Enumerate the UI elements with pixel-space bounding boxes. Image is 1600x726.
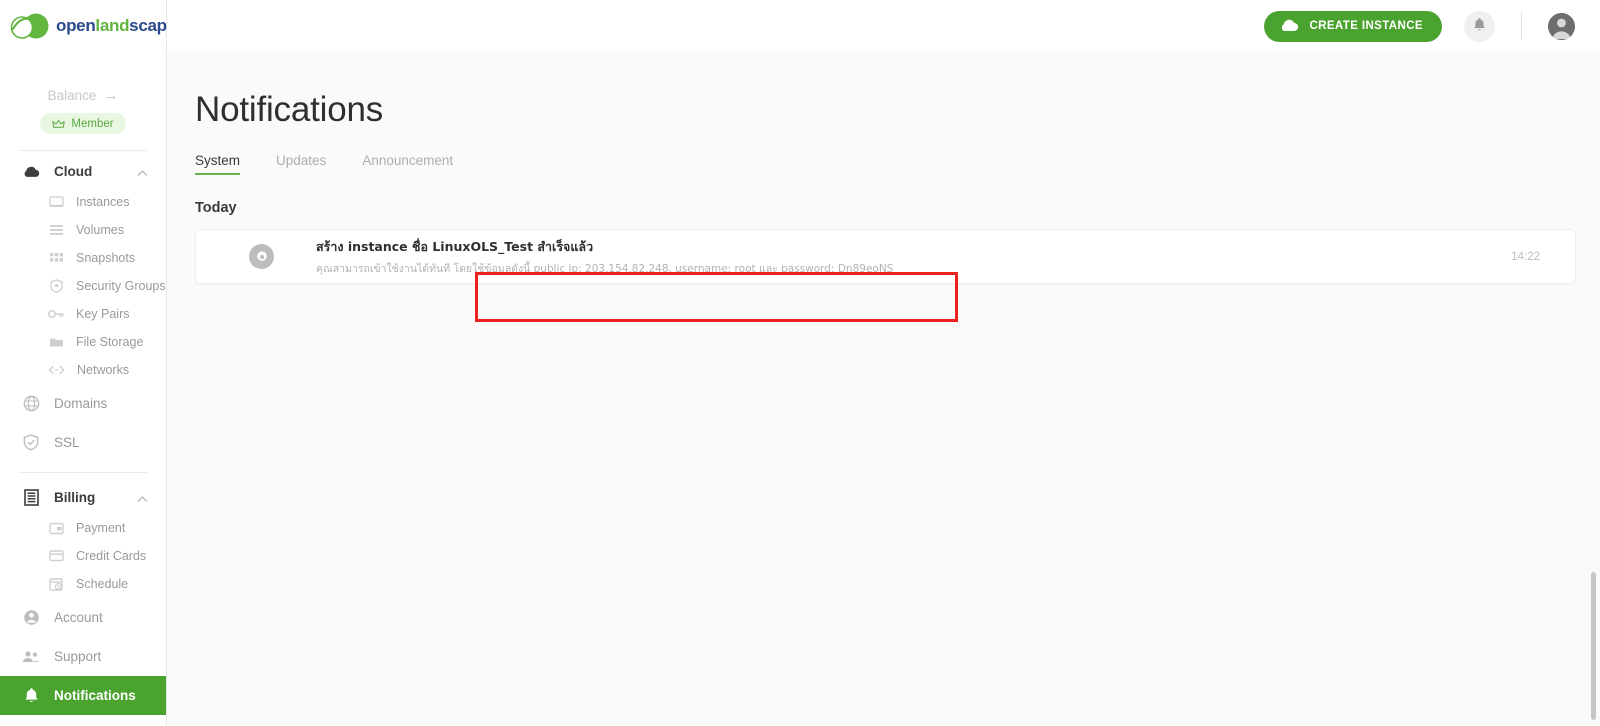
sidebar-item-payment[interactable]: Payment	[0, 514, 166, 542]
sidebar-item-account[interactable]: Account	[0, 598, 166, 637]
member-badge: Member	[40, 113, 126, 134]
sidebar-item-credit-cards-label: Credit Cards	[76, 549, 147, 563]
notification-body: สร้าง instance ชื่อ LinuxOLS_Test สำเร็จ…	[316, 237, 1511, 277]
grid-icon	[48, 252, 64, 264]
monitor-icon	[48, 196, 64, 208]
sidebar-group-billing[interactable]: Billing	[0, 481, 166, 514]
sidebar-item-volumes[interactable]: Volumes	[0, 216, 166, 244]
gear-icon	[249, 244, 274, 269]
user-icon	[22, 609, 40, 626]
cloud-icon	[22, 165, 40, 178]
sidebar-item-snapshots[interactable]: Snapshots	[0, 244, 166, 272]
topbar: CREATE INSTANCE	[167, 0, 1600, 52]
sidebar-item-ssl-label: SSL	[54, 435, 80, 450]
sidebar-item-support[interactable]: Support	[0, 637, 166, 676]
sidebar-group-cloud[interactable]: Cloud	[0, 155, 166, 188]
sidebar-item-ssl[interactable]: SSL	[0, 423, 166, 462]
layers-icon	[48, 224, 64, 236]
sidebar-item-snapshots-label: Snapshots	[76, 251, 136, 265]
sidebar: openlandscape Balance → Member Cloud Ins…	[0, 0, 176, 726]
tab-announcement[interactable]: Announcement	[362, 153, 453, 175]
chevron-up-icon	[137, 164, 148, 179]
code-icon	[48, 365, 65, 375]
balance-link[interactable]: Balance →	[0, 88, 166, 103]
balance-label: Balance	[47, 88, 97, 103]
globe-icon	[22, 395, 40, 412]
sidebar-item-instances[interactable]: Instances	[0, 188, 166, 216]
avatar-icon	[1548, 12, 1575, 40]
sidebar-item-notifications-label: Notifications	[54, 688, 136, 703]
shield-check-icon	[22, 434, 40, 451]
sidebar-item-notifications[interactable]: Notifications	[0, 676, 166, 715]
main-area: CREATE INSTANCE Notifications System Upd…	[167, 0, 1600, 726]
sidebar-group-billing-label: Billing	[54, 490, 96, 505]
chevron-up-icon	[137, 490, 148, 505]
sidebar-item-payment-label: Payment	[76, 521, 126, 535]
folder-icon	[48, 336, 64, 348]
card-icon	[48, 550, 64, 562]
sidebar-item-key-pairs-label: Key Pairs	[76, 307, 130, 321]
app-root: openlandscape Balance → Member Cloud Ins…	[0, 0, 1600, 726]
sidebar-divider-billing	[18, 472, 148, 473]
sidebar-item-key-pairs[interactable]: Key Pairs	[0, 300, 166, 328]
sidebar-item-schedule-label: Schedule	[76, 577, 129, 591]
sidebar-item-support-label: Support	[54, 649, 102, 664]
notification-time: 14:22	[1511, 250, 1540, 263]
notifications-bell-button[interactable]	[1464, 10, 1495, 42]
sidebar-item-volumes-label: Volumes	[76, 223, 124, 237]
sidebar-item-networks-label: Networks	[77, 363, 130, 377]
sidebar-item-domains[interactable]: Domains	[0, 384, 166, 423]
create-instance-label: CREATE INSTANCE	[1309, 20, 1423, 32]
bell-icon	[22, 687, 40, 704]
tab-updates[interactable]: Updates	[276, 153, 326, 175]
sidebar-item-file-storage[interactable]: File Storage	[0, 328, 166, 356]
shield-icon	[48, 279, 64, 293]
sidebar-item-domains-label: Domains	[54, 396, 108, 411]
schedule-icon	[48, 577, 64, 591]
notification-row[interactable]: สร้าง instance ชื่อ LinuxOLS_Test สำเร็จ…	[195, 229, 1576, 284]
sidebar-item-credit-cards[interactable]: Credit Cards	[0, 542, 166, 570]
sidebar-item-networks[interactable]: Networks	[0, 356, 166, 384]
crown-icon	[52, 119, 66, 128]
section-label-today: Today	[195, 200, 237, 216]
people-icon	[22, 650, 40, 663]
sidebar-item-account-label: Account	[54, 610, 103, 625]
page-content: Notifications System Updates Announcemen…	[167, 52, 1600, 726]
avatar[interactable]	[1548, 12, 1575, 40]
sidebar-item-security-groups-label: Security Groups	[76, 279, 166, 293]
bell-icon	[1473, 17, 1486, 35]
logo-land: land	[95, 16, 130, 35]
tab-system[interactable]: System	[195, 153, 241, 175]
wallet-icon	[48, 522, 64, 535]
key-icon	[48, 309, 64, 319]
sidebar-nav: Cloud Instances Volumes Snapshots Securi…	[0, 155, 166, 715]
logo-wordmark: openlandscape	[56, 16, 176, 36]
openlandscape-cloud-logo-icon	[10, 13, 49, 39]
scrollbar-thumb[interactable]	[1591, 572, 1596, 720]
sidebar-item-file-storage-label: File Storage	[76, 335, 144, 349]
sidebar-item-security-groups[interactable]: Security Groups	[0, 272, 166, 300]
sidebar-group-cloud-label: Cloud	[54, 164, 93, 179]
logo[interactable]: openlandscape	[0, 0, 176, 52]
cloud-icon	[1279, 18, 1299, 35]
scrollbar-track[interactable]	[1591, 52, 1598, 726]
billing-icon	[22, 489, 40, 506]
create-instance-button[interactable]: CREATE INSTANCE	[1264, 10, 1442, 42]
arrow-right-icon: →	[103, 87, 119, 104]
notification-subtitle: คุณสามารถเข้าใช้งานได้ทันที โดยใช้ข้อมูล…	[316, 262, 894, 275]
logo-open: open	[56, 16, 96, 35]
sidebar-divider-top	[18, 150, 148, 151]
topbar-divider	[1521, 12, 1522, 40]
notification-title: สร้าง instance ชื่อ LinuxOLS_Test สำเร็จ…	[316, 238, 594, 254]
page-title: Notifications	[195, 90, 384, 129]
tab-bar: System Updates Announcement	[195, 153, 1600, 175]
member-badge-label: Member	[71, 117, 114, 130]
sidebar-item-schedule[interactable]: Schedule	[0, 570, 166, 598]
sidebar-item-instances-label: Instances	[76, 195, 130, 209]
